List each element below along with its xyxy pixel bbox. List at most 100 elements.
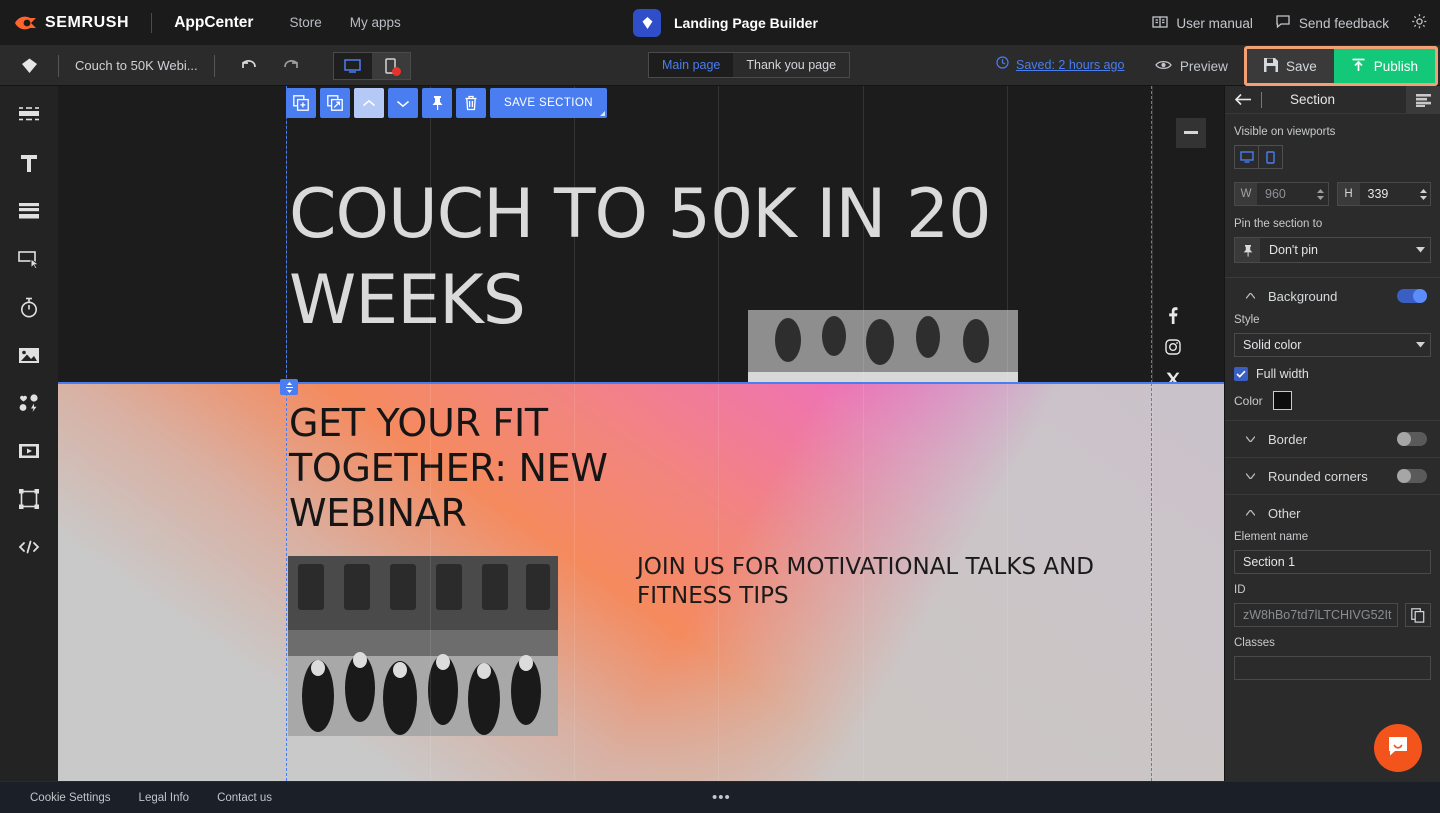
sidebar-item-code[interactable] (11, 526, 47, 568)
footer-contact-us[interactable]: Contact us (217, 792, 272, 804)
gradient-section[interactable]: GET YOUR FIT TOGETHER: NEW WEBINAR JOIN … (58, 383, 1224, 781)
chevron-up-icon (1238, 510, 1262, 516)
move-down-button[interactable] (388, 88, 418, 118)
background-toggle[interactable] (1397, 289, 1427, 303)
saved-status[interactable]: Saved: 2 hours ago (996, 56, 1124, 74)
document-name[interactable]: Couch to 50K Webi... (59, 58, 214, 73)
tab-main-page[interactable]: Main page (649, 53, 734, 77)
instagram-icon[interactable] (1164, 338, 1182, 356)
id-input[interactable]: zW8hBo7td7lLTCHIVG52It (1234, 603, 1398, 627)
delete-section-button[interactable] (456, 88, 486, 118)
height-field[interactable]: H 339 (1336, 182, 1431, 206)
move-section-button[interactable] (320, 88, 350, 118)
zoom-out-button[interactable] (1176, 118, 1206, 148)
other-title: Other (1268, 505, 1301, 521)
upload-icon (1351, 58, 1366, 75)
canvas[interactable]: COUCH TO 50K IN 20 WEEKS GET YOUR FIT TO… (58, 86, 1224, 781)
layers-list-button[interactable] (1406, 86, 1440, 114)
border-toggle[interactable] (1397, 432, 1427, 446)
social-icons (1164, 306, 1182, 388)
undo-button[interactable] (237, 54, 261, 78)
height-value[interactable]: 339 (1360, 183, 1417, 205)
nav-store[interactable]: Store (289, 15, 321, 30)
intercom-chat-button[interactable] (1374, 724, 1422, 772)
nav-my-apps[interactable]: My apps (350, 15, 401, 30)
user-manual-button[interactable]: User manual (1152, 15, 1253, 32)
send-feedback-button[interactable]: Send feedback (1275, 14, 1389, 32)
sidebar-item-text[interactable] (11, 142, 47, 184)
panel-header: Section (1225, 86, 1440, 114)
chevron-down-icon (1410, 342, 1430, 348)
gear-icon (1411, 13, 1428, 33)
border-accordion[interactable]: Border (1234, 421, 1431, 457)
sidebar-item-video[interactable] (11, 430, 47, 472)
element-name-input[interactable]: Section 1 (1234, 550, 1431, 574)
preview-button[interactable]: Preview (1139, 46, 1244, 86)
join-us-text[interactable]: JOIN US FOR MOTIVATIONAL TALKS AND FITNE… (637, 553, 1107, 611)
sidebar-item-button[interactable] (11, 238, 47, 280)
panel-back-button[interactable] (1225, 93, 1261, 106)
brand: SEMRUSH AppCenter (14, 12, 253, 33)
other-accordion[interactable]: Other (1234, 495, 1431, 531)
width-field[interactable]: W 960 (1234, 182, 1329, 206)
save-section-button[interactable]: SAVE SECTION (490, 88, 607, 118)
sidebar-item-shape[interactable] (11, 478, 47, 520)
runners-image[interactable] (288, 556, 558, 736)
save-button[interactable]: Save (1246, 49, 1334, 83)
viewport-mobile-button[interactable] (371, 52, 410, 79)
background-accordion[interactable]: Background (1234, 278, 1431, 314)
left-rail (0, 86, 58, 813)
panel-viewport-mobile-button[interactable] (1258, 146, 1282, 168)
footer-bar: Cookie Settings Legal Info Contact us ••… (0, 781, 1440, 813)
rounded-corners-title: Rounded corners (1268, 468, 1368, 484)
toolbar-divider-2 (213, 54, 215, 77)
publish-label: Publish (1373, 58, 1418, 74)
pin-icon (1235, 238, 1260, 262)
background-style-select[interactable]: Solid color (1234, 333, 1431, 357)
user-manual-label: User manual (1176, 15, 1253, 31)
move-up-button[interactable] (354, 88, 384, 118)
rounded-corners-toggle[interactable] (1397, 469, 1427, 483)
panel-body: Visible on viewports W 960 H 339 Pin the… (1225, 114, 1440, 263)
hero-section[interactable]: COUCH TO 50K IN 20 WEEKS (58, 86, 1224, 484)
footer-more-button[interactable]: ••• (712, 789, 731, 806)
section-resize-handle[interactable] (280, 379, 298, 395)
facebook-icon[interactable] (1164, 306, 1182, 324)
viewport-desktop-button[interactable] (333, 52, 372, 79)
width-label: W (1235, 183, 1257, 205)
sidebar-item-form[interactable] (11, 190, 47, 232)
builder-logo-icon[interactable] (0, 58, 58, 74)
full-width-row[interactable]: Full width (1234, 367, 1431, 381)
sidebar-item-timer[interactable] (11, 286, 47, 328)
background-title: Background (1268, 288, 1338, 304)
rounded-corners-accordion[interactable]: Rounded corners (1234, 458, 1431, 494)
background-style-value: Solid color (1243, 338, 1302, 352)
sidebar-item-image[interactable] (11, 334, 47, 376)
full-width-checkbox[interactable] (1234, 367, 1248, 381)
footer-cookie-settings[interactable]: Cookie Settings (30, 792, 111, 804)
footer-legal-info[interactable]: Legal Info (139, 792, 190, 804)
semrush-logo[interactable]: SEMRUSH (14, 14, 129, 32)
eye-icon (1155, 59, 1172, 74)
panel-viewport-desktop-button[interactable] (1235, 146, 1258, 168)
appcenter-label[interactable]: AppCenter (174, 14, 253, 32)
tab-thank-you-page[interactable]: Thank you page (733, 53, 849, 77)
color-swatch[interactable] (1272, 391, 1292, 410)
pin-section-select[interactable]: Don't pin (1234, 237, 1431, 263)
classes-input[interactable] (1234, 656, 1431, 680)
intercom-chat-icon (1386, 734, 1410, 763)
redo-button[interactable] (279, 54, 303, 78)
width-stepper[interactable] (1314, 183, 1328, 205)
sidebar-item-icons[interactable] (11, 382, 47, 424)
settings-button[interactable] (1411, 13, 1428, 33)
undo-redo-group (237, 54, 303, 78)
sidebar-item-section[interactable] (11, 94, 47, 136)
webinar-heading[interactable]: GET YOUR FIT TOGETHER: NEW WEBINAR (289, 401, 709, 536)
duplicate-section-button[interactable] (286, 88, 316, 118)
width-value[interactable]: 960 (1257, 183, 1314, 205)
publish-button[interactable]: Publish (1333, 49, 1435, 83)
copy-id-button[interactable] (1405, 603, 1431, 627)
height-label: H (1337, 183, 1360, 205)
pin-section-button[interactable] (422, 88, 452, 118)
height-stepper[interactable] (1416, 183, 1430, 205)
